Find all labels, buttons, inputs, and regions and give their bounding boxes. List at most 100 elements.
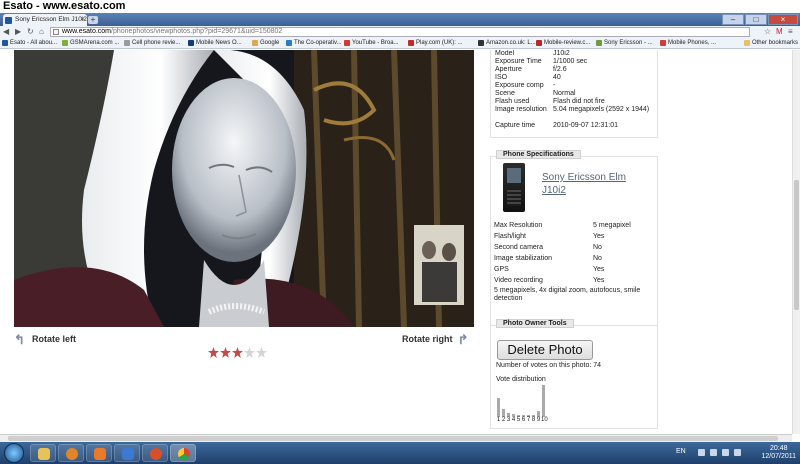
delete-photo-button[interactable]: Delete Photo bbox=[497, 340, 593, 360]
exif-value: 1/1000 sec bbox=[553, 58, 588, 65]
bookmark-item[interactable]: GSMArena.com ... bbox=[62, 39, 119, 48]
rating-star-icon[interactable] bbox=[208, 347, 219, 358]
phone-thumbnail[interactable] bbox=[503, 163, 525, 212]
bookmark-item[interactable]: Mobile-review.c... bbox=[536, 39, 590, 48]
bookmark-item[interactable]: Esato - All abou... bbox=[2, 39, 57, 48]
bookmark-item[interactable]: Mobile Phones, ... bbox=[660, 39, 716, 48]
bookmark-favicon-icon bbox=[478, 40, 484, 46]
taskbar-app-2[interactable] bbox=[114, 444, 140, 462]
spec-value: Yes bbox=[593, 233, 605, 240]
exif-key: Scene bbox=[495, 90, 515, 97]
page-content: ↰ Rotate left Rotate right ↱ MakeSony Er… bbox=[0, 50, 792, 434]
vote-bar bbox=[497, 398, 500, 417]
bookmark-label: Cell phone revie... bbox=[132, 40, 181, 46]
bookmarks-bar: Esato - All abou... GSMArena.com ... Cell … bbox=[0, 38, 800, 49]
page-icon bbox=[53, 29, 59, 35]
taskbar-explorer[interactable] bbox=[30, 444, 56, 462]
spec-key: Max Resolution bbox=[494, 222, 543, 229]
clock-date: 12/07/2011 bbox=[761, 453, 796, 460]
volume-icon[interactable] bbox=[734, 449, 741, 456]
spec-value: No bbox=[593, 244, 602, 251]
flag-icon[interactable] bbox=[710, 449, 717, 456]
maximize-button[interactable]: □ bbox=[745, 14, 767, 25]
address-bar[interactable]: www.esato.com/phonephotos/viewphotos.php… bbox=[50, 27, 750, 37]
star-bookmark-icon[interactable]: ☆ bbox=[764, 27, 771, 37]
vertical-scrollbar[interactable] bbox=[792, 50, 800, 434]
bookmark-item[interactable]: Cell phone revie... bbox=[124, 39, 180, 48]
phone-photo[interactable] bbox=[14, 50, 474, 327]
browser-tab[interactable]: Sony Ericsson Elm J10i2 × bbox=[3, 14, 87, 26]
phone-name-link[interactable]: Sony Ericsson Elm J10i2 bbox=[542, 171, 642, 197]
taskbar-chrome[interactable] bbox=[170, 444, 196, 462]
close-tab-icon[interactable]: × bbox=[81, 14, 85, 26]
bookmark-favicon-icon bbox=[124, 40, 130, 46]
gmail-icon[interactable]: M bbox=[776, 27, 783, 37]
spec-key: Video recording bbox=[494, 277, 543, 284]
back-icon[interactable]: ◀ bbox=[3, 27, 9, 37]
horizontal-scrollbar[interactable] bbox=[0, 434, 792, 442]
exif-key: Capture time bbox=[495, 122, 536, 129]
bookmark-label: Amazon.co.uk: L... bbox=[486, 40, 536, 46]
star-rating[interactable] bbox=[208, 347, 267, 358]
bookmark-item[interactable]: Play.com (UK): ... bbox=[408, 39, 463, 48]
close-window-button[interactable]: × bbox=[768, 14, 798, 25]
reload-icon[interactable]: ↻ bbox=[27, 27, 34, 37]
esato-favicon-icon bbox=[5, 17, 12, 24]
windows-taskbar: EN 20:48 12/07/2011 bbox=[0, 442, 800, 464]
exif-key: Exposure comp bbox=[495, 82, 544, 89]
bookmark-label: GSMArena.com ... bbox=[70, 40, 120, 46]
clock[interactable]: 20:48 12/07/2011 bbox=[761, 445, 796, 461]
rating-star-icon[interactable] bbox=[220, 347, 231, 358]
home-icon[interactable]: ⌂ bbox=[39, 27, 44, 37]
exif-value: 40 bbox=[553, 74, 561, 81]
spec-value: Yes bbox=[593, 277, 605, 284]
start-button[interactable] bbox=[4, 443, 24, 463]
exif-value: f/2.6 bbox=[553, 66, 567, 73]
bookmark-item[interactable]: Mobile News O... bbox=[188, 39, 242, 48]
tab-label: Sony Ericsson Elm J10i2 bbox=[15, 16, 87, 23]
exif-value: Normal bbox=[553, 90, 576, 97]
rating-star-icon[interactable] bbox=[232, 347, 243, 358]
bookmark-label: Google bbox=[260, 40, 280, 46]
bookmark-favicon-icon bbox=[408, 40, 414, 46]
exif-value: J10i2 bbox=[553, 50, 570, 57]
bookmark-label: YouTube - Broa... bbox=[352, 40, 399, 46]
window-controls: – □ × bbox=[722, 14, 798, 25]
bookmark-favicon-icon bbox=[536, 40, 542, 46]
taskbar-firefox[interactable] bbox=[142, 444, 168, 462]
new-tab-button[interactable]: + bbox=[88, 16, 98, 24]
exif-row: Image resolution 5.04 megapixels (2592 x … bbox=[495, 106, 655, 122]
spec-value: Yes bbox=[593, 266, 605, 273]
window-title: Esato - www.esato.com bbox=[0, 0, 800, 13]
bookmark-label: Sony Ericsson - ... bbox=[604, 40, 653, 46]
bookmark-item[interactable]: Sony Ericsson - ... bbox=[596, 39, 653, 48]
notification-icon[interactable] bbox=[698, 449, 705, 456]
other-bookmarks-folder[interactable]: Other bookmarks bbox=[743, 39, 798, 48]
rating-star-icon[interactable] bbox=[244, 347, 255, 358]
bookmark-item[interactable]: The Co-operativ... bbox=[286, 39, 342, 48]
rotate-left-button[interactable]: ↰ Rotate left bbox=[14, 332, 76, 347]
system-tray: EN 20:48 12/07/2011 bbox=[676, 445, 796, 461]
vote-distribution-label: Vote distribution bbox=[496, 376, 546, 383]
language-indicator[interactable]: EN bbox=[676, 448, 686, 455]
rotate-right-button[interactable]: Rotate right ↱ bbox=[402, 332, 469, 347]
exif-value: - bbox=[553, 82, 556, 89]
bookmark-item[interactable]: YouTube - Broa... bbox=[344, 39, 399, 48]
clock-time: 20:48 bbox=[769, 445, 788, 452]
taskbar-app[interactable] bbox=[86, 444, 112, 462]
wrench-menu-icon[interactable]: ≡ bbox=[788, 27, 793, 37]
rating-star-icon[interactable] bbox=[256, 347, 267, 358]
vote-bar bbox=[502, 409, 505, 417]
bookmark-label: Mobile News O... bbox=[196, 40, 242, 46]
exif-key: ISO bbox=[495, 74, 508, 81]
bookmark-label: The Co-operativ... bbox=[294, 40, 342, 46]
minimize-button[interactable]: – bbox=[722, 14, 744, 25]
bookmark-item[interactable]: Amazon.co.uk: L... bbox=[478, 39, 536, 48]
forward-icon[interactable]: ▶ bbox=[15, 27, 21, 37]
spec-key: Flash/light bbox=[494, 233, 526, 240]
bookmark-favicon-icon bbox=[252, 40, 258, 46]
bookmark-item[interactable]: Google bbox=[252, 39, 279, 48]
network-icon[interactable] bbox=[722, 449, 729, 456]
bookmark-favicon-icon bbox=[2, 40, 8, 46]
taskbar-media-player[interactable] bbox=[58, 444, 84, 462]
